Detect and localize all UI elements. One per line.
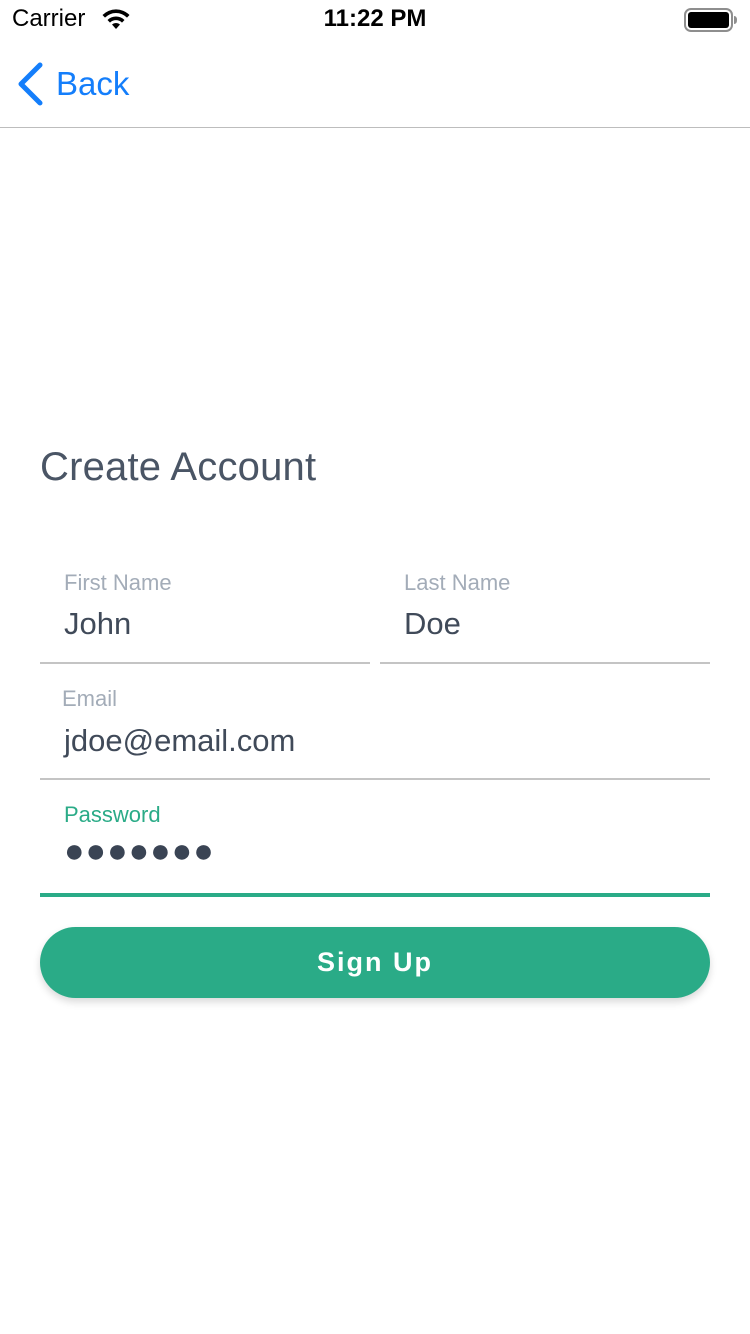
- password-field[interactable]: Password ●●●●●●●: [40, 792, 710, 897]
- last-name-field[interactable]: Last Name Doe: [380, 560, 710, 664]
- email-input[interactable]: jdoe@email.com: [64, 723, 295, 759]
- first-name-field[interactable]: First Name John: [40, 560, 370, 664]
- clock: 11:22 PM: [323, 5, 427, 32]
- navigation-bar: Back: [0, 40, 750, 128]
- last-name-label: Last Name: [404, 570, 511, 595]
- sign-up-button[interactable]: Sign Up: [40, 927, 710, 998]
- chevron-left-icon: [18, 62, 43, 106]
- password-label: Password: [64, 802, 161, 827]
- page-title: Create Account: [40, 445, 317, 489]
- last-name-input[interactable]: Doe: [404, 606, 461, 642]
- back-button[interactable]: Back: [16, 60, 129, 108]
- email-field[interactable]: Email jdoe@email.com: [40, 676, 710, 780]
- first-name-input[interactable]: John: [64, 606, 131, 642]
- password-input[interactable]: ●●●●●●●: [64, 832, 215, 871]
- create-account-screen: Carrier 11:22 PM Back Create Account Fir…: [0, 0, 750, 1334]
- battery-icon: [684, 8, 737, 32]
- back-label: Back: [56, 65, 130, 102]
- status-bar: Carrier 11:22 PM: [0, 0, 750, 40]
- email-label: Email: [62, 686, 118, 711]
- first-name-label: First Name: [64, 570, 172, 595]
